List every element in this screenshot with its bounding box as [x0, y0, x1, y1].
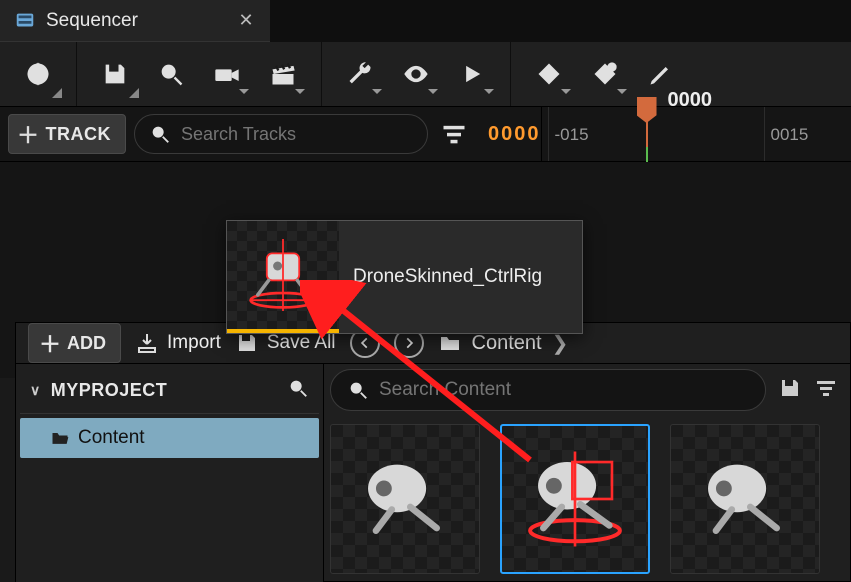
search-tracks-field[interactable] — [181, 124, 413, 145]
tree-header[interactable]: ∨ MYPROJECT — [20, 368, 319, 414]
save-filter-button[interactable] — [778, 376, 802, 405]
keyframe-button[interactable] — [525, 50, 573, 98]
search-content-field[interactable] — [379, 379, 749, 401]
search-tracks-input[interactable] — [134, 114, 428, 154]
search-button[interactable] — [147, 50, 195, 98]
tree-search-button[interactable] — [287, 377, 309, 404]
save-icon — [778, 376, 802, 400]
drag-thumbnail — [227, 221, 339, 333]
tab-title: Sequencer — [46, 10, 226, 32]
tick-label: 0015 — [771, 125, 809, 145]
save-button[interactable] — [91, 50, 139, 98]
save-all-label: Save All — [267, 332, 336, 354]
sequencer-toolbar — [0, 42, 851, 107]
sequencer-icon — [14, 10, 36, 32]
asset-thumbnail[interactable] — [500, 424, 650, 574]
drag-asset-name: DroneSkinned_CtrlRig — [339, 221, 582, 333]
arrow-left-icon — [358, 336, 372, 350]
tab-sequencer[interactable]: Sequencer ✕ — [0, 0, 270, 42]
save-all-button[interactable]: Save All — [235, 331, 336, 355]
folder-icon — [438, 331, 462, 355]
chevron-right-icon: ❯ — [552, 331, 569, 356]
add-content-button[interactable]: ＋ ADD — [28, 323, 121, 363]
cb-main — [324, 364, 850, 582]
asset-thumbnail[interactable] — [670, 424, 820, 574]
title-bar: Sequencer ✕ — [0, 0, 851, 42]
tree-item-label: Content — [78, 427, 145, 449]
breadcrumb-label: Content — [472, 332, 542, 355]
track-header-row: ＋ TRACK 0000 0000 -015 0015 — [0, 107, 851, 162]
arrow-right-icon — [402, 336, 416, 350]
import-button[interactable]: Import — [135, 331, 221, 355]
add-track-button[interactable]: ＋ TRACK — [8, 114, 126, 154]
asset-grid — [324, 416, 850, 582]
timeline-ruler[interactable]: 0000 -015 0015 — [541, 107, 851, 161]
camera-button[interactable] — [203, 50, 251, 98]
folder-open-icon — [50, 428, 70, 448]
play-button[interactable] — [448, 50, 496, 98]
filter-icon — [814, 376, 838, 400]
search-icon — [149, 123, 171, 145]
tick-label: -015 — [555, 125, 589, 145]
autokey-button[interactable] — [581, 50, 629, 98]
search-icon — [287, 377, 309, 399]
asset-thumbnail[interactable] — [330, 424, 480, 574]
cb-source-tree: ∨ MYPROJECT Content — [16, 364, 324, 582]
add-label: ADD — [67, 333, 106, 354]
import-icon — [135, 331, 159, 355]
playhead-label: 0000 — [668, 89, 713, 112]
save-icon — [235, 331, 259, 355]
world-button[interactable] — [14, 50, 62, 98]
current-frame[interactable]: 0000 — [488, 123, 541, 146]
breadcrumb[interactable]: Content ❯ — [438, 331, 569, 356]
chevron-down-icon: ∨ — [30, 382, 41, 399]
filter-button[interactable] — [440, 120, 468, 148]
import-label: Import — [167, 332, 221, 354]
clapboard-button[interactable] — [259, 50, 307, 98]
eye-button[interactable] — [392, 50, 440, 98]
settings-filter-button[interactable] — [814, 376, 838, 405]
add-track-label: TRACK — [46, 124, 112, 145]
search-content-input[interactable] — [330, 369, 766, 411]
tree-item-content[interactable]: Content — [20, 418, 319, 458]
content-browser: ＋ ADD Import Save All Content ❯ ∨ MYPROJ… — [15, 322, 851, 582]
plus-icon: ＋ — [17, 118, 40, 150]
project-name: MYPROJECT — [51, 380, 168, 401]
drag-preview: DroneSkinned_CtrlRig — [226, 220, 583, 334]
plus-icon: ＋ — [39, 327, 61, 359]
wrench-button[interactable] — [336, 50, 384, 98]
close-icon[interactable]: ✕ — [236, 10, 256, 31]
search-icon — [347, 379, 369, 401]
